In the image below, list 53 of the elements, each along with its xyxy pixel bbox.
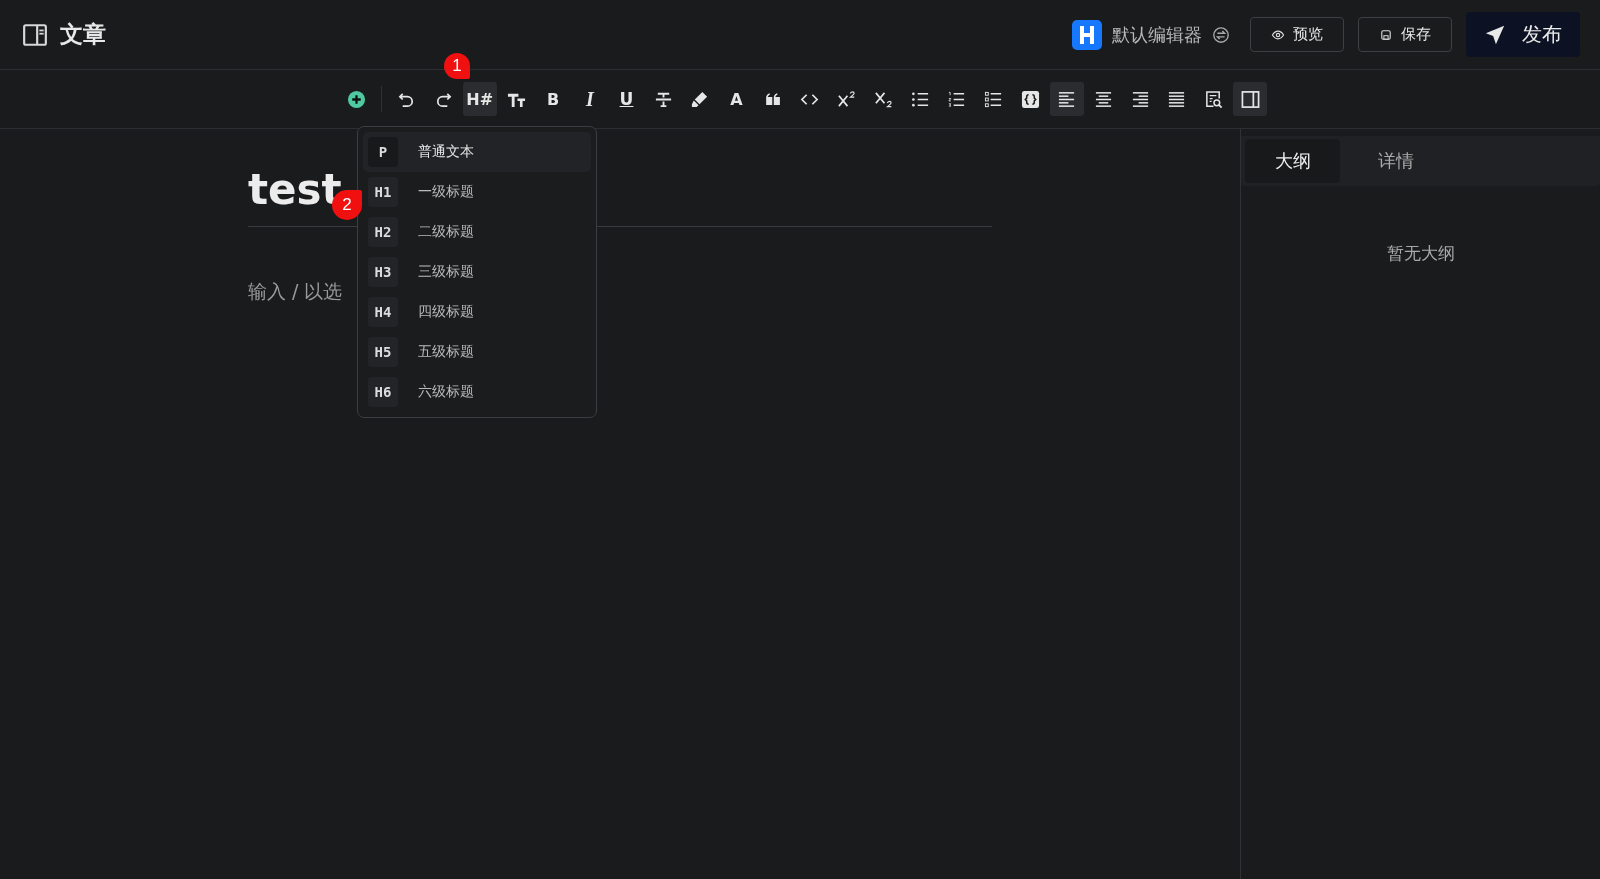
side-tab[interactable]: 详情 [1348,139,1443,183]
body-placeholder[interactable]: 输入 / 以选 [248,279,343,305]
align-left-tool-button[interactable] [1049,82,1084,116]
heading-option[interactable]: H3 三级标题 [363,252,591,292]
save-button[interactable]: 保存 [1358,17,1452,52]
subscript-icon [873,89,893,109]
empty-outline-text: 暂无大纲 [1385,242,1456,265]
justify-icon [1167,89,1187,109]
preview-button[interactable]: 预览 [1250,17,1344,52]
braces-icon [1020,89,1040,109]
text-tool-button[interactable]: A [719,82,754,116]
pen-icon [690,89,710,109]
paper-plane-icon [1484,23,1506,46]
side-tab[interactable]: 大纲 [1245,139,1340,183]
align-left-icon [1057,89,1077,109]
plus-circle-icon [346,89,366,109]
checklist-icon [983,89,1003,109]
heading-tag: H3 [368,257,398,287]
sidebar-tool-button[interactable] [1233,82,1268,116]
heading-tag: H5 [368,337,398,367]
document-search-icon [1204,89,1223,109]
heading-option[interactable]: H5 五级标题 [363,332,591,372]
heading-tag: P [368,137,398,167]
heading-tag: H2 [368,217,398,247]
heading-option-label: 四级标题 [418,303,474,321]
align-center-icon [1093,89,1113,109]
heading-option[interactable]: H6 六级标题 [363,372,591,412]
heading-tag: H4 [368,297,398,327]
heading-tag: H1 [368,177,398,207]
editor-logo-icon [1072,19,1102,50]
text-tool-button[interactable]: B [536,82,571,116]
sidebar-layout-icon[interactable] [22,21,48,48]
heading-option[interactable]: P 普通文本 [363,132,591,172]
align-right-icon [1130,89,1150,109]
editor-label: 默认编辑器 [1112,22,1202,47]
callout-marker: 1 [444,53,470,79]
heading-option[interactable]: H4 四级标题 [363,292,591,332]
heading-option-label: 普通文本 [418,143,474,161]
page-title: 文章 [60,20,106,49]
heading-option-label: 一级标题 [418,183,474,201]
numbered-list-icon [947,89,967,109]
panel-icon [1240,89,1260,109]
superscript-icon [837,89,857,109]
heading-option[interactable]: H1 一级标题 [363,172,591,212]
italic-tool-button[interactable]: I [572,82,607,116]
text-tool-button[interactable]: H# [462,82,497,116]
switch-icon[interactable] [1212,25,1230,44]
heading-tag: H6 [368,377,398,407]
heading-option-label: 三级标题 [418,263,474,281]
publish-button[interactable]: 发布 [1466,12,1580,57]
underline-tool-button[interactable]: U [609,82,644,116]
heading-option-label: 五级标题 [418,343,474,361]
heading-option-label: 六级标题 [418,383,474,401]
